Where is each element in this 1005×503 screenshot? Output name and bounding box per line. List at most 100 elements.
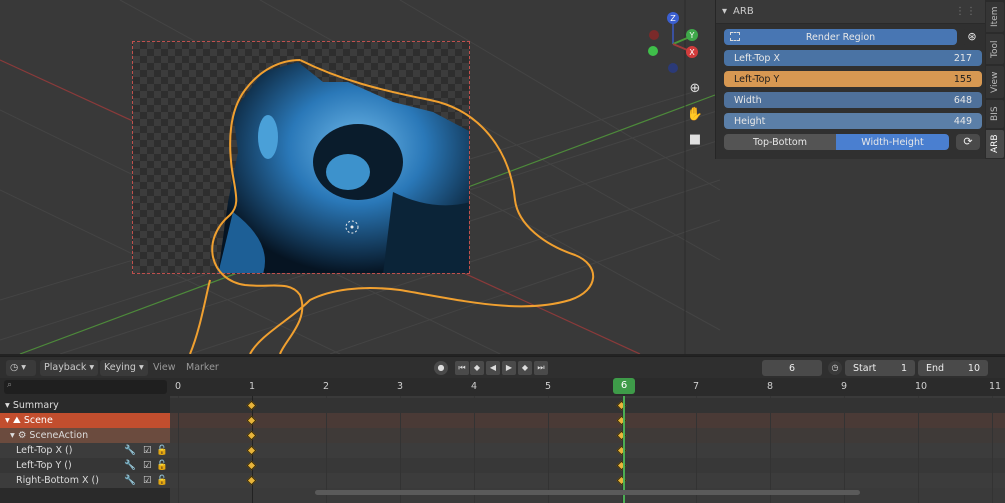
reset-region-icon[interactable]: ⊛ [962, 29, 982, 45]
current-frame-field[interactable]: 6 [762, 360, 822, 376]
field-label: Left-Top Y [734, 73, 780, 85]
channel-scene[interactable]: ▾ ⛰ Scene [0, 413, 170, 428]
drag-grip-icon[interactable]: ⋮⋮ [955, 6, 977, 17]
wrench-icon[interactable]: 🔧 [124, 445, 136, 456]
channel-label: Right-Bottom X () [16, 475, 99, 486]
menu-label: Playback [44, 362, 87, 373]
channel-list: ⌕ ▾ Summary ▾ ⛰ Scene ▾ ⚙ SceneAction Le… [0, 378, 170, 503]
wrench-icon[interactable]: 🔧 [124, 475, 136, 486]
camera-icon[interactable]: ■ [686, 131, 704, 149]
scene-row [170, 413, 1005, 428]
ruler-tick-label: 1 [249, 381, 256, 392]
frame-gridline [770, 396, 771, 503]
tab-view[interactable]: View [986, 66, 1004, 98]
channel-action[interactable]: ▾ ⚙ SceneAction [0, 428, 170, 443]
ruler-tick-label: 9 [841, 381, 848, 392]
horizontal-scrollbar[interactable] [315, 490, 860, 495]
prev-keyframe-icon[interactable]: ◆ [470, 361, 484, 375]
field-value: 155 [953, 73, 972, 85]
menu-label: Keying [104, 362, 136, 373]
gizmo-x-label: X [689, 48, 695, 57]
tab-tool[interactable]: Tool [986, 34, 1004, 64]
panel-header[interactable]: ▾ ARB ⋮⋮ [716, 0, 985, 24]
fcurve-row [170, 473, 1005, 488]
marker-menu[interactable]: Marker [186, 360, 219, 376]
expand-arrow-icon[interactable]: ▾ [5, 415, 10, 426]
jump-end-icon[interactable]: ⏭ [534, 361, 548, 375]
collapse-arrow-icon[interactable]: ▾ [722, 6, 727, 17]
wrench-icon[interactable]: 🔧 [124, 460, 136, 471]
channel-fcurve[interactable]: Left-Top Y () 🔧 ☑ 🔓 [0, 458, 170, 473]
option-label: Top-Bottom [753, 136, 807, 148]
ruler-tick-label: 2 [323, 381, 330, 392]
frame-gridline [474, 396, 475, 503]
channel-fcurve[interactable]: Left-Top X () 🔧 ☑ 🔓 [0, 443, 170, 458]
render-region-label: Render Region [805, 31, 876, 43]
view-menu[interactable]: View [153, 360, 176, 376]
lock-icon[interactable]: 🔓 [156, 460, 168, 471]
lock-icon[interactable]: 🔓 [156, 445, 168, 456]
render-region-button[interactable]: Render Region [724, 29, 957, 45]
left-top-y-field[interactable]: Left-Top Y 155 [724, 71, 982, 87]
zoom-icon[interactable]: ⊕ [686, 80, 704, 98]
jump-start-icon[interactable]: ⏮ [455, 361, 469, 375]
play-icon[interactable]: ▶ [502, 361, 516, 375]
channel-search-input[interactable]: ⌕ [4, 380, 167, 394]
top-bottom-option[interactable]: Top-Bottom [724, 134, 836, 150]
channel-fcurve[interactable]: Right-Bottom X () 🔧 ☑ 🔓 [0, 473, 170, 488]
frame-gridline [992, 396, 993, 503]
lock-icon[interactable]: 🔓 [156, 475, 168, 486]
field-label: Width [734, 94, 762, 106]
checkbox-icon[interactable]: ☑ [143, 445, 152, 456]
playhead-frame-indicator[interactable]: 6 [613, 378, 635, 394]
keying-menu[interactable]: Keying ▾ [100, 360, 148, 376]
object-outline [189, 59, 595, 354]
height-field[interactable]: Height 449 [724, 113, 982, 129]
ruler-tick-label: 3 [397, 381, 404, 392]
tab-item[interactable]: Item [986, 2, 1004, 32]
fcurve-row [170, 458, 1005, 473]
gizmo-y-label: Y [689, 31, 695, 40]
channel-label: Left-Top Y () [16, 460, 72, 471]
checkbox-icon[interactable]: ☑ [143, 475, 152, 486]
start-label: Start [853, 362, 877, 374]
frame-gridline [918, 396, 919, 503]
channel-summary[interactable]: ▾ Summary [0, 398, 170, 413]
end-frame-field[interactable]: End 10 [918, 360, 988, 376]
frame-gridline [696, 396, 697, 503]
playback-menu[interactable]: Playback ▾ [40, 360, 99, 376]
ruler-tick-label: 5 [545, 381, 552, 392]
record-button[interactable]: ● [434, 361, 448, 375]
stopwatch-icon[interactable]: ◷ [828, 361, 842, 375]
channel-label: SceneAction [29, 430, 89, 441]
frame-gridline [326, 396, 327, 503]
expand-arrow-icon[interactable]: ▾ [5, 400, 10, 411]
ruler-tick-label: 10 [915, 381, 928, 392]
option-label: Width-Height [861, 136, 924, 148]
start-frame-field[interactable]: Start 1 [845, 360, 915, 376]
frame-ruler[interactable]: 0 1 2 3 4 5 6 7 8 9 10 11 [170, 378, 1005, 396]
field-label: Left-Top X [734, 52, 780, 64]
swap-refresh-icon[interactable]: ⟳ [956, 134, 980, 150]
width-height-option[interactable]: Width-Height [836, 134, 949, 150]
timeline-keyframe-area[interactable]: 0 1 2 3 4 5 6 7 8 9 10 11 6 [170, 378, 1005, 503]
left-top-x-field[interactable]: Left-Top X 217 [724, 50, 982, 66]
start-value: 1 [900, 362, 907, 374]
tab-arb[interactable]: ARB [986, 130, 1004, 158]
navigation-gizmo[interactable]: Z Y X [640, 8, 706, 78]
ruler-tick-label: 0 [175, 381, 182, 392]
search-icon: ⌕ [7, 380, 13, 390]
width-field[interactable]: Width 648 [724, 92, 982, 108]
end-label: End [926, 362, 945, 374]
next-keyframe-icon[interactable]: ◆ [518, 361, 532, 375]
editor-type-dropdown[interactable]: ◷ ▾ [6, 360, 36, 376]
expand-arrow-icon[interactable]: ▾ [10, 430, 15, 441]
hand-pan-icon[interactable]: ✋ [686, 106, 704, 124]
channel-label: Left-Top X () [16, 445, 73, 456]
field-value: 217 [953, 52, 972, 64]
tab-bis[interactable]: BIS [986, 100, 1004, 128]
play-reverse-icon[interactable]: ◀ [486, 361, 500, 375]
checkbox-icon[interactable]: ☑ [143, 460, 152, 471]
summary-row [170, 398, 1005, 413]
timeline-header: ◷ ▾ Playback ▾ Keying ▾ View Marker ● ⏮ … [0, 356, 1005, 378]
